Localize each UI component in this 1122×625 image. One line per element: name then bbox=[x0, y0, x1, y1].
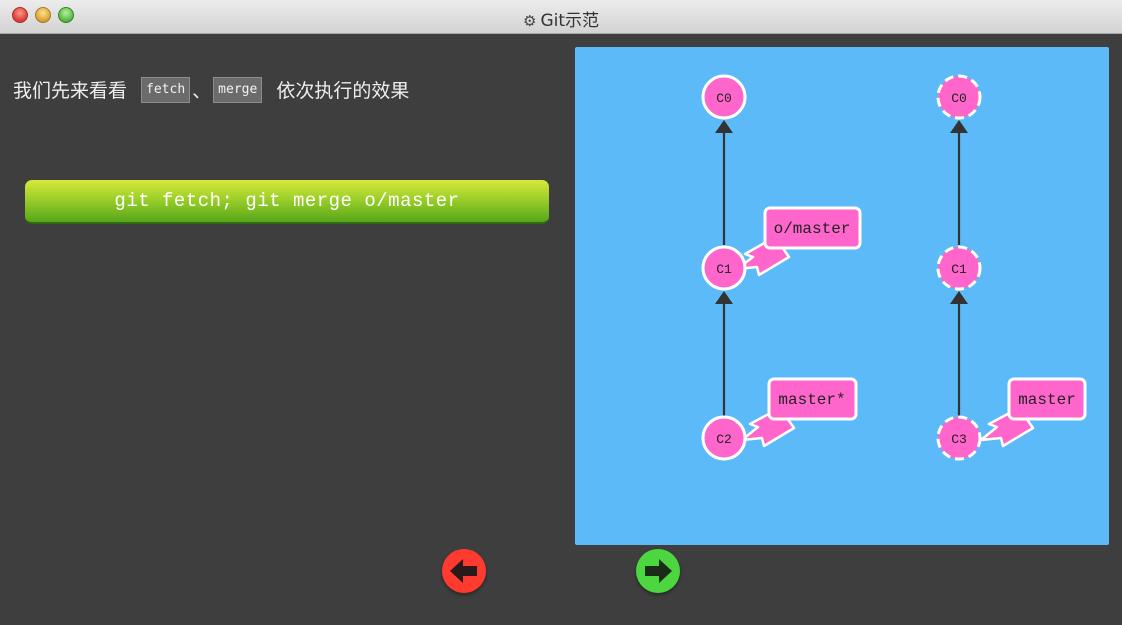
branch-label-master-local[interactable]: master* bbox=[767, 377, 858, 421]
commit-node[interactable]: C0 bbox=[701, 74, 747, 120]
branch-label-o-master[interactable]: o/master bbox=[763, 206, 862, 250]
commit-label: C1 bbox=[951, 262, 967, 277]
commit-node[interactable]: C2 bbox=[701, 415, 747, 461]
git-visualization-canvas: C0 C1 C2 C0 C1 C3 o/master master* maste… bbox=[575, 47, 1109, 545]
window-title-wrap: ⚙ Git示范 bbox=[0, 6, 1122, 31]
edge-arrowhead bbox=[715, 120, 733, 133]
code-merge: merge bbox=[213, 76, 263, 103]
commit-label: C1 bbox=[716, 262, 732, 277]
remote-commit-node[interactable]: C1 bbox=[936, 245, 982, 291]
edge-arrowhead bbox=[715, 291, 733, 304]
branch-name: o/master bbox=[774, 220, 851, 238]
window-title: Git示范 bbox=[540, 11, 599, 31]
commit-node[interactable]: C1 bbox=[701, 245, 747, 291]
instruction-prefix: 我们先来看看 bbox=[13, 80, 128, 102]
instruction-suffix: 依次执行的效果 bbox=[276, 80, 410, 102]
commit-label: C0 bbox=[716, 91, 732, 106]
app-window: ⚙ Git示范 我们先来看看 fetch 、 merge 依次执行的效果 git … bbox=[0, 0, 1122, 625]
command-label: git fetch; git merge o/master bbox=[114, 190, 460, 212]
git-graph: C0 C1 C2 C0 C1 C3 o/master master* maste… bbox=[701, 74, 1087, 461]
commit-label: C2 bbox=[716, 432, 732, 447]
branch-label-master-remote[interactable]: master bbox=[1007, 377, 1087, 421]
instruction-separator: 、 bbox=[192, 80, 212, 102]
instruction-text: 我们先来看看 fetch 、 merge 依次执行的效果 bbox=[13, 76, 409, 103]
title-bar: ⚙ Git示范 bbox=[0, 0, 1122, 34]
code-fetch: fetch bbox=[141, 76, 191, 103]
branch-name: master* bbox=[778, 391, 845, 409]
edge-arrowhead bbox=[950, 120, 968, 133]
gear-icon: ⚙ bbox=[522, 12, 537, 30]
run-command-button[interactable]: git fetch; git merge o/master bbox=[25, 180, 549, 224]
back-button[interactable] bbox=[442, 549, 486, 593]
commit-label: C3 bbox=[951, 432, 967, 447]
arrow-left-icon bbox=[450, 559, 477, 583]
branch-name: master bbox=[1018, 391, 1076, 409]
remote-commit-node[interactable]: C0 bbox=[936, 74, 982, 120]
remote-commit-node[interactable]: C3 bbox=[936, 415, 982, 461]
forward-button[interactable] bbox=[636, 549, 680, 593]
arrow-right-icon bbox=[645, 559, 672, 583]
commit-label: C0 bbox=[951, 91, 967, 106]
edge-arrowhead bbox=[950, 291, 968, 304]
